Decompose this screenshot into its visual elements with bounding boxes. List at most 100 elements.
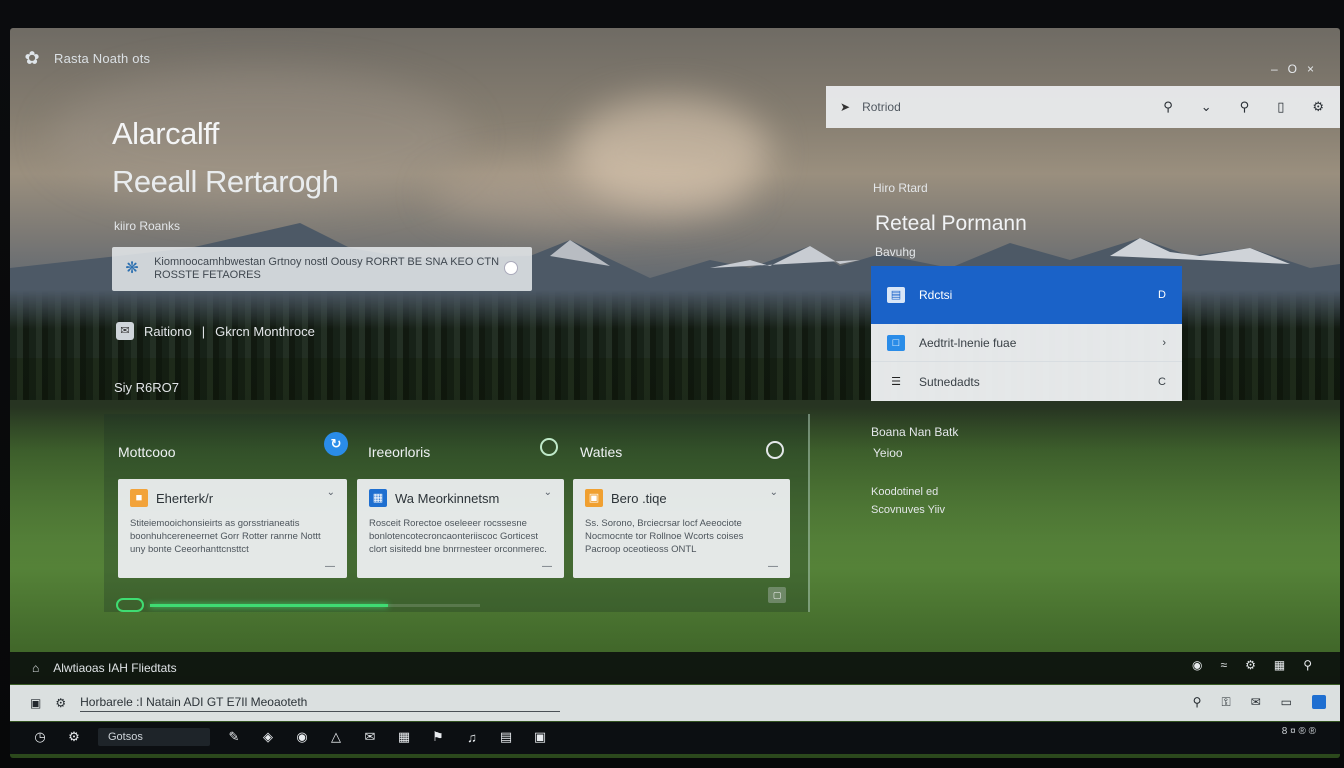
command-bar[interactable]: ▣ ⚙ Horbarele :I Natain ADI GT E7Il Meoa… — [10, 685, 1340, 721]
app-logo-icon: ✿ — [24, 48, 40, 68]
system-tray[interactable]: 8 ¤ ® ® — [1282, 726, 1316, 737]
menu-icon[interactable]: ▣ — [30, 696, 41, 710]
menu-item-shortcut: D — [1158, 289, 1166, 301]
wifi-icon[interactable]: ≈ — [1221, 658, 1228, 672]
mail-icon[interactable]: ✉ — [360, 729, 380, 745]
key-icon[interactable]: ⚿ — [1221, 695, 1230, 710]
section-label-secondary: Siy R6RO7 — [114, 380, 180, 395]
reply-row[interactable]: ✉ Raitiono | Gkrcn Monthroce — [116, 322, 315, 340]
search-bar[interactable]: ➤ ⚲ ⌄ ⚲ ▯ ⚙ — [826, 86, 1340, 128]
status-bar — [10, 652, 1340, 684]
clock-icon[interactable]: ◷ — [30, 729, 50, 745]
card-title: Bero .tiqe — [611, 490, 667, 506]
progress-fill — [150, 603, 388, 607]
status-text: Alwtiaoas IAH Fliedtats — [53, 661, 177, 675]
card-body: Stiteiemooichonsieirts as gorsstrianeati… — [130, 518, 321, 555]
chevron-down-icon[interactable]: ⌄ — [544, 487, 552, 498]
more-icon[interactable]: — — [768, 561, 778, 572]
chevron-down-icon[interactable]: ⌄ — [1201, 99, 1212, 115]
minimize-button[interactable]: – — [1271, 62, 1278, 76]
page-title: Alarcalff — [112, 116, 219, 151]
search-icon[interactable]: ⚲ — [1163, 99, 1173, 115]
bell-icon[interactable]: ⚲ — [1303, 658, 1312, 672]
dropdown-menu: ▤ Rdctsi D □ Aedtrit-lnenie fuae › ☰ Sut… — [871, 266, 1182, 401]
column-header-1[interactable]: Mottcooo — [118, 444, 176, 460]
reply-separator: | — [201, 323, 206, 339]
card-3[interactable]: ▣ Bero .tiqe Ss. Sorono, Brciecrsar locf… — [573, 479, 790, 578]
folder-icon: ▤ — [887, 287, 905, 303]
gear-icon[interactable]: ⚙ — [1245, 658, 1256, 672]
files-icon[interactable]: ▤ — [496, 729, 516, 745]
search-input[interactable] — [862, 100, 1123, 114]
status-circle-icon[interactable] — [766, 441, 784, 459]
settings-icon[interactable]: ⚙ — [1312, 99, 1324, 115]
photos-icon[interactable]: ▣ — [530, 729, 550, 745]
window-icon[interactable] — [1312, 695, 1326, 709]
menu-item-shortcut: C — [1158, 375, 1166, 388]
progress-indicator — [116, 598, 480, 612]
store-icon[interactable]: ▦ — [394, 729, 414, 745]
info-label: Boana Nan Batk — [871, 425, 959, 439]
sync-icon[interactable]: ↻ — [324, 432, 348, 456]
search-alt-icon[interactable]: ⚲ — [1240, 99, 1250, 115]
notice-banner[interactable]: ❋ Kiomnoocamhbwestan Grtnoy nostl Oousy … — [112, 247, 532, 291]
settings-icon[interactable]: ⚙ — [64, 729, 84, 745]
chevron-down-icon[interactable]: ⌄ — [770, 487, 778, 498]
warning-icon[interactable]: △ — [326, 729, 346, 745]
menu-item-label: Sutnedadts — [919, 374, 980, 389]
status-circle-icon[interactable] — [540, 438, 558, 456]
gear-icon: ❋ — [125, 260, 139, 277]
more-icon[interactable]: — — [325, 561, 335, 572]
screen-icon[interactable]: ▭ — [1281, 695, 1292, 710]
progress-icon — [116, 598, 144, 612]
menu-item-active[interactable]: ▤ Rdctsi D — [871, 266, 1182, 324]
menu-item[interactable]: □ Aedtrit-lnenie fuae › — [871, 324, 1182, 362]
progress-bar — [150, 603, 480, 607]
list-icon: ☰ — [891, 375, 901, 388]
document-icon: ■ — [130, 489, 148, 507]
search-icon[interactable]: ⚲ — [1193, 695, 1202, 710]
flag-icon[interactable]: ⚑ — [428, 729, 448, 745]
card-title: Eherterk/r — [156, 490, 214, 506]
card-1[interactable]: ■ Eherterk/r Stiteiemooichonsieirts as g… — [118, 479, 347, 578]
mail-icon[interactable]: ✉ — [1251, 695, 1261, 710]
reply-right-label: Gkrcn Monthroce — [215, 323, 315, 339]
cursor-icon: ➤ — [840, 100, 851, 114]
search-toolbar: ⚲ ⌄ ⚲ ▯ ⚙ — [1163, 99, 1324, 115]
chevron-down-icon[interactable]: ⌄ — [327, 487, 335, 498]
music-icon[interactable]: ♫ — [462, 730, 482, 745]
maximize-button[interactable]: O — [1288, 62, 1297, 76]
shield-icon[interactable]: ◈ — [258, 729, 278, 745]
card-body: Rosceit Rorectoe oseleeer rocssesne bonl… — [369, 518, 547, 555]
reply-icon: ✉ — [116, 322, 134, 340]
bookmark-icon[interactable]: ▯ — [1277, 99, 1284, 115]
pen-icon[interactable]: ✎ — [224, 729, 244, 745]
chat-icon: □ — [887, 334, 905, 351]
more-icon[interactable]: — — [542, 561, 552, 572]
pin-icon[interactable] — [504, 261, 518, 275]
status-left: ⌂ Alwtiaoas IAH Fliedtats — [32, 661, 177, 675]
grid-icon[interactable]: ▦ — [1274, 658, 1285, 672]
info-value: Scovnuves Yiiv — [871, 504, 945, 516]
column-header-3[interactable]: Waties — [580, 444, 622, 460]
column-header-2[interactable]: Ireeorloris — [368, 444, 430, 460]
image-icon: ▦ — [369, 489, 387, 507]
lock-icon[interactable]: ◉ — [1192, 658, 1202, 672]
home-icon[interactable]: ⌂ — [32, 661, 39, 675]
window-controls: – O × — [1271, 62, 1314, 76]
page-subtitle: Reeall Rertarogh — [112, 164, 339, 199]
right-label: Hiro Rtard — [873, 181, 928, 195]
expand-icon[interactable]: ▢ — [768, 587, 786, 603]
chrome-icon[interactable]: ◉ — [292, 729, 312, 745]
taskbar-search[interactable]: Gotsos — [98, 728, 210, 746]
menu-item[interactable]: ☰ Sutnedadts C — [871, 362, 1182, 401]
menu-item-label: Aedtrit-lnenie fuae — [919, 335, 1017, 350]
right-title: Reteal Pormann — [875, 212, 1027, 235]
section-label: kiiro Roanks — [114, 219, 181, 233]
note-icon: ▣ — [585, 489, 603, 507]
status-icons: ◉ ≈ ⚙ ▦ ⚲ — [1192, 658, 1312, 672]
card-2[interactable]: ▦ Wa Meorkinnetsm Rosceit Rorectoe osele… — [357, 479, 564, 578]
close-button[interactable]: × — [1307, 62, 1314, 76]
gear-icon[interactable]: ⚙ — [55, 696, 66, 710]
command-input[interactable]: Horbarele :I Natain ADI GT E7Il Meoaotet… — [80, 695, 561, 712]
